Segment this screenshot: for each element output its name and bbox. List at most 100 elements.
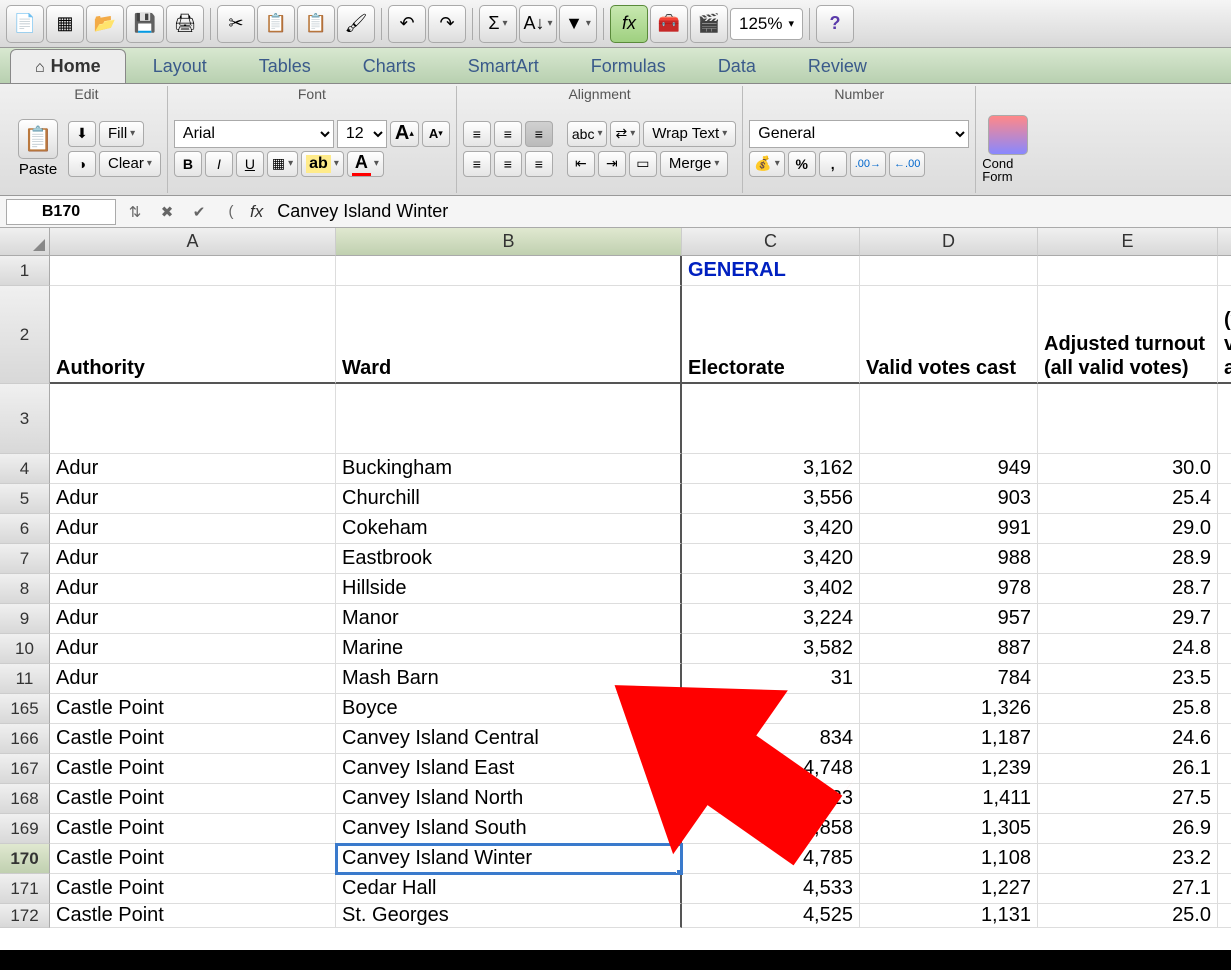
cell[interactable]: Canvey Island Winter — [336, 844, 682, 874]
cell[interactable]: 5,123 — [682, 784, 860, 814]
row-header[interactable]: 165 — [0, 694, 50, 724]
font-size-select[interactable]: 12 — [337, 120, 387, 148]
cell[interactable]: 27.1 — [1038, 874, 1218, 904]
cell[interactable]: GENERAL — [682, 256, 860, 286]
cell[interactable]: Boyce — [336, 694, 682, 724]
media-button[interactable]: 🎬 — [690, 5, 728, 43]
border-button[interactable]: ▦ — [267, 151, 298, 177]
cell[interactable] — [1218, 574, 1231, 604]
align-center-button[interactable]: ≡ — [494, 151, 522, 177]
new-button[interactable]: 📄 — [6, 5, 44, 43]
tab-home[interactable]: ⌂Home — [10, 49, 126, 83]
cell[interactable] — [1218, 604, 1231, 634]
selection-handle[interactable] — [676, 869, 682, 874]
cell[interactable]: Castle Point — [50, 874, 336, 904]
tab-layout[interactable]: Layout — [128, 49, 232, 83]
underline-button[interactable]: U — [236, 151, 264, 177]
cell[interactable]: Castle Point — [50, 844, 336, 874]
cell[interactable] — [1038, 384, 1218, 454]
tab-smartart[interactable]: SmartArt — [443, 49, 564, 83]
cell[interactable]: Castle Point — [50, 724, 336, 754]
eraser-icon[interactable]: ◑ — [68, 151, 96, 177]
cell[interactable]: 887 — [860, 634, 1038, 664]
tab-review[interactable]: Review — [783, 49, 892, 83]
cell[interactable]: Adur — [50, 484, 336, 514]
increase-decimal-button[interactable]: .00→ — [850, 151, 886, 177]
row-header[interactable]: 4 — [0, 454, 50, 484]
row-header[interactable]: 8 — [0, 574, 50, 604]
cell[interactable]: Manor — [336, 604, 682, 634]
cell[interactable] — [50, 256, 336, 286]
cell[interactable]: St. Georges — [336, 904, 682, 928]
cell[interactable] — [1218, 874, 1231, 904]
cell[interactable]: 988 — [860, 544, 1038, 574]
cell[interactable]: 1,305 — [860, 814, 1038, 844]
history-button[interactable]: ( — [218, 199, 244, 225]
templates-button[interactable]: ▦ — [46, 5, 84, 43]
cell[interactable]: 23.2 — [1038, 844, 1218, 874]
name-box[interactable]: B170 — [6, 199, 116, 225]
cell[interactable]: 26.1 — [1038, 754, 1218, 784]
increase-indent-button[interactable]: ⇥ — [598, 151, 626, 177]
cell[interactable] — [682, 694, 860, 724]
align-left-button[interactable]: ≡ — [463, 151, 491, 177]
cell[interactable] — [1218, 694, 1231, 724]
cell[interactable]: 1,411 — [860, 784, 1038, 814]
cell[interactable]: Canvey Island South — [336, 814, 682, 844]
cell[interactable]: Canvey Island East — [336, 754, 682, 784]
cell[interactable]: 3,402 — [682, 574, 860, 604]
help-button[interactable]: ? — [816, 5, 854, 43]
currency-button[interactable]: 💰 — [749, 151, 784, 177]
zoom-select[interactable]: 125%▾ — [730, 8, 803, 40]
cell[interactable]: Churchill — [336, 484, 682, 514]
cell[interactable] — [1218, 484, 1231, 514]
cell[interactable]: Adjusted turnout (all valid votes) — [1038, 286, 1218, 384]
row-header[interactable]: 169 — [0, 814, 50, 844]
row-header[interactable]: 166 — [0, 724, 50, 754]
cell[interactable]: 29.0 — [1038, 514, 1218, 544]
name-stepper[interactable]: ⇅ — [122, 199, 148, 225]
cell[interactable] — [1218, 454, 1231, 484]
cell[interactable]: Authority — [50, 286, 336, 384]
fill-down-icon[interactable]: ⬇ — [68, 121, 96, 147]
cell[interactable]: Castle Point — [50, 784, 336, 814]
cell[interactable]: Valid votes cast — [860, 286, 1038, 384]
cell[interactable]: Adur — [50, 514, 336, 544]
cell[interactable]: 29.7 — [1038, 604, 1218, 634]
align-bottom-button[interactable]: ≡ — [525, 121, 553, 147]
cell[interactable]: 834 — [682, 724, 860, 754]
grow-font-button[interactable]: A▴ — [390, 121, 419, 147]
cell[interactable]: Castle Point — [50, 904, 336, 928]
undo-button[interactable]: ↶ — [388, 5, 426, 43]
decrease-decimal-button[interactable]: ←.00 — [889, 151, 925, 177]
cell[interactable]: 4,533 — [682, 874, 860, 904]
bold-button[interactable]: B — [174, 151, 202, 177]
cell[interactable]: 4,748 — [682, 754, 860, 784]
cell[interactable]: Castle Point — [50, 814, 336, 844]
cell[interactable]: 1,326 — [860, 694, 1038, 724]
column-header-E[interactable]: E — [1038, 228, 1218, 256]
row-header[interactable]: 11 — [0, 664, 50, 694]
cell[interactable]: Castle Point — [50, 694, 336, 724]
cell[interactable]: 784 — [860, 664, 1038, 694]
open-button[interactable]: 📂 — [86, 5, 124, 43]
row-header[interactable]: 7 — [0, 544, 50, 574]
cell[interactable]: 4,785 — [682, 844, 860, 874]
show-formulas-button[interactable]: fx — [610, 5, 648, 43]
cell[interactable] — [682, 384, 860, 454]
cell[interactable]: 949 — [860, 454, 1038, 484]
cell[interactable]: Buckingham — [336, 454, 682, 484]
cell[interactable]: 957 — [860, 604, 1038, 634]
cell[interactable] — [1218, 754, 1231, 784]
select-all-corner[interactable] — [0, 228, 50, 256]
cell[interactable]: 28.7 — [1038, 574, 1218, 604]
cell[interactable] — [1218, 784, 1231, 814]
merge-button[interactable]: Merge — [660, 151, 729, 177]
cell[interactable]: Canvey Island North — [336, 784, 682, 814]
column-header-C[interactable]: C — [682, 228, 860, 256]
italic-button[interactable]: I — [205, 151, 233, 177]
cell[interactable]: Marine — [336, 634, 682, 664]
cell[interactable]: 24.8 — [1038, 634, 1218, 664]
sort-button[interactable]: A↓ — [519, 5, 557, 43]
formula-input[interactable] — [269, 199, 1225, 225]
